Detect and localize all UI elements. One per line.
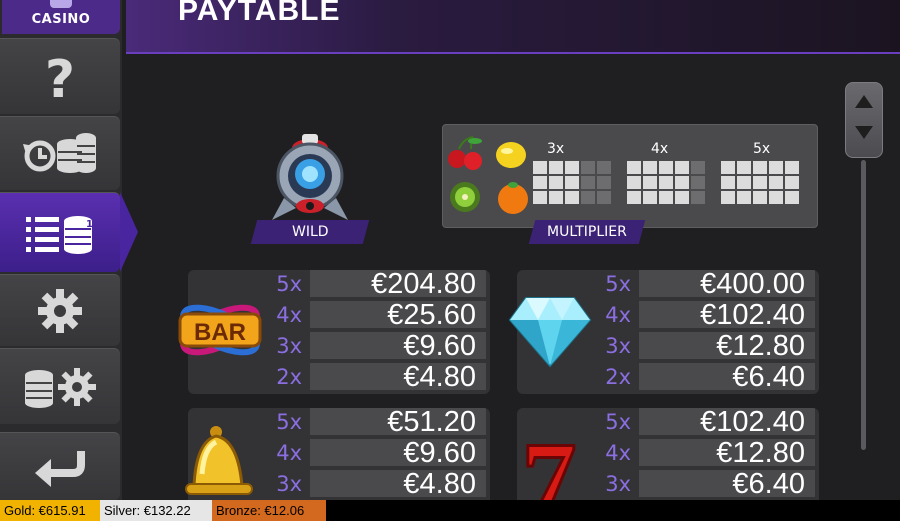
pay-count: 3x — [605, 472, 631, 496]
pay-count: 5x — [605, 410, 631, 434]
multiplier-3x-grid — [533, 161, 611, 204]
multiplier-5x-label: 5x — [753, 141, 771, 157]
paytable-button[interactable]: 1 — [0, 192, 120, 272]
casino-logo: CASINO — [2, 0, 120, 34]
bell-symbol-icon — [185, 426, 253, 495]
pay-count: 2x — [276, 365, 302, 389]
multiplier-3x-label: 3x — [547, 141, 565, 157]
scroll-buttons[interactable] — [845, 82, 883, 158]
bar-symbol-icon: BAR — [178, 304, 262, 356]
page-title: PAYTABLE — [178, 0, 341, 27]
silver-balance: Silver: €132.22 — [100, 500, 212, 521]
pay-value: €9.60 — [310, 332, 486, 361]
back-arrow-icon — [31, 447, 89, 487]
svg-text:1: 1 — [86, 219, 93, 230]
paytable-list-icon: 1 — [22, 211, 98, 255]
scroll-down-icon[interactable] — [855, 126, 873, 139]
multiplier-label: MULTIPLIER — [528, 220, 646, 244]
bronze-balance: Bronze: €12.06 — [212, 500, 326, 521]
pay-count: 2x — [605, 365, 631, 389]
svg-text:?: ? — [45, 51, 75, 103]
pay-value: €4.80 — [310, 363, 486, 392]
pay-value: €9.60 — [310, 439, 486, 468]
svg-text:7: 7 — [522, 422, 577, 500]
history-button[interactable] — [0, 116, 120, 190]
pay-value: €12.80 — [639, 332, 815, 361]
sidebar: CASINO ? 1 — [0, 0, 138, 500]
pay-value: €51.20 — [310, 408, 486, 437]
logo-text: CASINO — [31, 12, 91, 27]
svg-text:BAR: BAR — [194, 319, 246, 346]
pay-count: 3x — [276, 334, 302, 358]
active-indicator — [120, 192, 138, 272]
seven-symbol-icon: 7 — [520, 422, 578, 500]
pay-value: €4.80 — [310, 470, 486, 499]
back-button[interactable] — [0, 432, 120, 500]
gear-icon — [36, 287, 84, 335]
fruit-symbols-icon — [448, 136, 528, 214]
pay-value: €25.60 — [310, 301, 486, 330]
pay-count: 4x — [605, 441, 631, 465]
pay-count: 5x — [276, 410, 302, 434]
pay-count: 3x — [605, 334, 631, 358]
question-icon: ? — [38, 51, 82, 103]
gold-balance: Gold: €615.91 — [0, 500, 100, 521]
pay-value: €102.40 — [639, 408, 815, 437]
pay-value: €400.00 — [639, 270, 815, 299]
header-bar: PAYTABLE — [126, 0, 900, 54]
multiplier-4x-label: 4x — [651, 141, 669, 157]
pay-value: €6.40 — [639, 470, 815, 499]
balance-status-bar: Gold: €615.91 Silver: €132.22 Bronze: €1… — [0, 500, 900, 521]
coins-gear-icon — [21, 363, 99, 411]
history-coins-icon — [20, 132, 100, 176]
bet-settings-button[interactable] — [0, 348, 120, 424]
multiplier-4x-grid — [627, 161, 705, 204]
multiplier-panel: 3x 4x 5x — [442, 124, 818, 228]
wild-label: WILD — [250, 220, 370, 244]
multiplier-5x-grid — [721, 161, 799, 204]
pay-value: €204.80 — [310, 270, 486, 299]
logo-mark — [50, 0, 72, 8]
pay-value: €6.40 — [639, 363, 815, 392]
scroll-up-icon[interactable] — [855, 95, 873, 108]
pay-count: 4x — [276, 441, 302, 465]
pay-count: 4x — [605, 303, 631, 327]
pay-value: €12.80 — [639, 439, 815, 468]
pay-count: 5x — [276, 272, 302, 296]
help-button[interactable]: ? — [0, 38, 120, 114]
wild-symbol-icon — [262, 128, 358, 224]
pay-count: 3x — [276, 472, 302, 496]
pay-count: 5x — [605, 272, 631, 296]
settings-button[interactable] — [0, 274, 120, 346]
scrollbar-track[interactable] — [861, 160, 866, 450]
pay-count: 4x — [276, 303, 302, 327]
diamond-symbol-icon — [508, 297, 592, 368]
pay-value: €102.40 — [639, 301, 815, 330]
